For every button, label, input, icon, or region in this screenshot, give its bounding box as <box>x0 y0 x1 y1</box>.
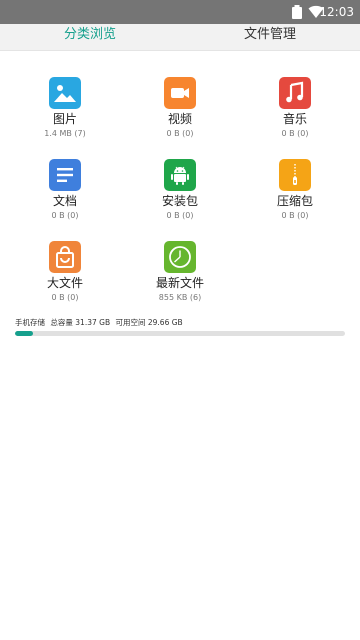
category-label: 文档 <box>52 194 77 208</box>
bag-icon <box>49 241 81 273</box>
category-size: 1.4 MB (7) <box>44 129 86 138</box>
image-icon <box>49 77 81 109</box>
category-size: 0 B (0) <box>281 129 309 138</box>
category-documents[interactable]: 文档 0 B (0) <box>5 159 125 237</box>
category-size: 855 KB (6) <box>158 293 202 302</box>
zip-icon <box>279 159 311 191</box>
category-label: 图片 <box>52 112 77 126</box>
category-archives[interactable]: 压缩包 0 B (0) <box>235 159 355 237</box>
music-icon <box>279 77 311 109</box>
category-label: 压缩包 <box>276 194 313 208</box>
category-size: 0 B (0) <box>166 211 194 220</box>
category-music[interactable]: 音乐 0 B (0) <box>235 77 355 155</box>
document-icon <box>49 159 81 191</box>
category-size: 0 B (0) <box>51 211 79 220</box>
storage-info: 手机存储 总容量 31.37 GB 可用空间 29.66 GB <box>15 317 186 329</box>
android-icon <box>164 159 196 191</box>
category-label: 最新文件 <box>155 276 204 290</box>
clock-icon <box>164 241 196 273</box>
battery-icon <box>292 5 302 19</box>
tab-bar: 分类浏览 文件管理 <box>0 24 360 51</box>
category-label: 视频 <box>167 112 192 126</box>
category-video[interactable]: 视频 0 B (0) <box>120 77 240 155</box>
tab-file-manager[interactable]: 文件管理 <box>180 24 360 50</box>
status-time: 12:03 <box>319 5 354 19</box>
category-label: 安装包 <box>161 194 198 208</box>
category-recent-files[interactable]: 最新文件 855 KB (6) <box>120 241 240 319</box>
category-size: 0 B (0) <box>51 293 79 302</box>
category-label: 音乐 <box>282 112 307 126</box>
storage-available: 可用空间 29.66 GB <box>115 318 183 327</box>
video-icon <box>164 77 196 109</box>
category-apk[interactable]: 安装包 0 B (0) <box>120 159 240 237</box>
storage-progress-fill <box>15 331 34 336</box>
category-large-files[interactable]: 大文件 0 B (0) <box>5 241 125 319</box>
category-size: 0 B (0) <box>281 211 309 220</box>
category-size: 0 B (0) <box>166 129 194 138</box>
tab-category-browse[interactable]: 分类浏览 <box>0 24 180 50</box>
storage-label: 手机存储 <box>15 318 45 327</box>
category-label: 大文件 <box>46 276 83 290</box>
category-images[interactable]: 图片 1.4 MB (7) <box>5 77 125 155</box>
storage-total: 总容量 31.37 GB <box>50 318 111 327</box>
status-bar: 12:03 <box>0 0 360 24</box>
storage-progress-bar <box>15 331 345 336</box>
